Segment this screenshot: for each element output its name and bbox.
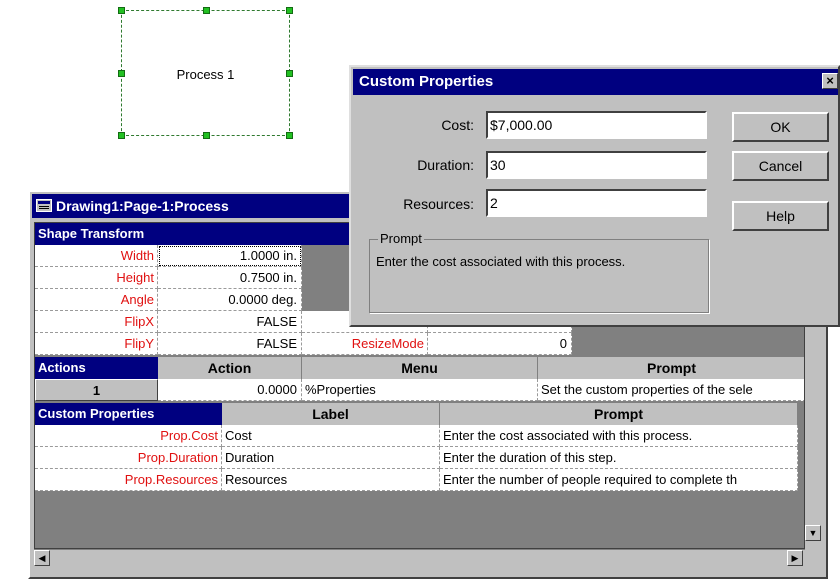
cell-empty bbox=[798, 403, 804, 425]
cell-name-flipx[interactable]: FlipX bbox=[35, 311, 158, 333]
cell-value-prop-duration-prompt[interactable]: Enter the duration of this step. bbox=[440, 447, 798, 469]
duration-field[interactable]: 30 bbox=[486, 151, 707, 179]
selection-handle-top-left[interactable] bbox=[118, 7, 125, 14]
arrow-right-icon: ▶ bbox=[791, 553, 799, 563]
custom-properties-dialog: Custom Properties × Cost: $7,000.00 Dura… bbox=[349, 65, 840, 327]
cell-name-height[interactable]: Height bbox=[35, 267, 158, 289]
cell-name-prop-resources[interactable]: Prop.Resources bbox=[35, 469, 222, 491]
actions-row-number[interactable]: 1 bbox=[35, 379, 158, 401]
ok-button[interactable]: OK bbox=[732, 112, 829, 142]
selection-handle-bottom-left[interactable] bbox=[118, 132, 125, 139]
selection-handle-middle-left[interactable] bbox=[118, 70, 125, 77]
close-icon[interactable]: × bbox=[822, 73, 838, 89]
cost-label: Cost: bbox=[441, 117, 474, 133]
help-button-label: Help bbox=[766, 208, 795, 224]
cell-value-prop-resources-prompt[interactable]: Enter the number of people required to c… bbox=[440, 469, 798, 491]
shapesheet-title: Drawing1:Page-1:Process bbox=[56, 198, 229, 214]
shapesheet-window-icon[interactable] bbox=[36, 199, 52, 212]
cell-name-resizemode[interactable]: ResizeMode bbox=[302, 333, 428, 355]
cell-name-angle[interactable]: Angle bbox=[35, 289, 158, 311]
selection-handle-bottom-middle[interactable] bbox=[203, 132, 210, 139]
process-shape[interactable]: Process 1 bbox=[118, 7, 293, 139]
cell-value-resizemode[interactable]: 0 bbox=[428, 333, 572, 355]
selection-handle-top-middle[interactable] bbox=[203, 7, 210, 14]
column-header-action: Action bbox=[158, 357, 302, 379]
cell-value-height[interactable]: 0.7500 in. bbox=[158, 267, 302, 289]
cell-value-prop-resources-label[interactable]: Resources bbox=[222, 469, 440, 491]
selection-handle-top-right[interactable] bbox=[286, 7, 293, 14]
cell-value-prop-duration-label[interactable]: Duration bbox=[222, 447, 440, 469]
section-header-custom-properties[interactable]: Custom Properties bbox=[35, 403, 222, 425]
scroll-down-button[interactable]: ▼ bbox=[805, 525, 821, 541]
prompt-legend: Prompt bbox=[378, 231, 424, 246]
cell-value-action-prompt[interactable]: Set the custom properties of the sele bbox=[538, 379, 804, 401]
selection-handle-middle-right[interactable] bbox=[286, 70, 293, 77]
cell-value-menu[interactable]: %Properties bbox=[302, 379, 538, 401]
shape-label: Process 1 bbox=[176, 67, 235, 82]
cell-name-flipy[interactable]: FlipY bbox=[35, 333, 158, 355]
cell-value-width[interactable]: 1.0000 in. bbox=[158, 245, 302, 267]
scroll-left-button[interactable]: ◀ bbox=[34, 550, 50, 566]
scroll-right-button[interactable]: ▶ bbox=[787, 550, 803, 566]
cell-name-prop-cost[interactable]: Prop.Cost bbox=[35, 425, 222, 447]
selection-handle-bottom-right[interactable] bbox=[286, 132, 293, 139]
cell-value-flipx[interactable]: FALSE bbox=[158, 311, 302, 333]
cell-value-flipy[interactable]: FALSE bbox=[158, 333, 302, 355]
column-header-label: Label bbox=[222, 403, 440, 425]
prompt-group: Prompt Enter the cost associated with th… bbox=[369, 231, 709, 313]
help-button[interactable]: Help bbox=[732, 201, 829, 231]
cancel-button[interactable]: Cancel bbox=[732, 151, 829, 181]
arrow-down-icon: ▼ bbox=[808, 528, 818, 538]
section-header-actions[interactable]: Actions bbox=[35, 357, 158, 379]
duration-label: Duration: bbox=[417, 157, 474, 173]
dialog-title: Custom Properties bbox=[359, 73, 494, 90]
column-header-prompt: Prompt bbox=[538, 357, 804, 379]
cell-value-prop-cost-prompt[interactable]: Enter the cost associated with this proc… bbox=[440, 425, 798, 447]
cell-name-width[interactable]: Width bbox=[35, 245, 158, 267]
cost-field[interactable]: $7,000.00 bbox=[486, 111, 707, 139]
prompt-text: Enter the cost associated with this proc… bbox=[376, 254, 626, 269]
column-header-prop-prompt: Prompt bbox=[440, 403, 798, 425]
arrow-left-icon: ◀ bbox=[38, 553, 46, 563]
resources-field[interactable]: 2 bbox=[486, 189, 707, 217]
cell-name-prop-duration[interactable]: Prop.Duration bbox=[35, 447, 222, 469]
cell-value-action[interactable]: 0.0000 bbox=[158, 379, 302, 401]
horizontal-scrollbar[interactable]: ◀ ▶ bbox=[34, 549, 805, 567]
resources-label: Resources: bbox=[403, 196, 474, 212]
cell-value-prop-cost-label[interactable]: Cost bbox=[222, 425, 440, 447]
cell-value-angle[interactable]: 0.0000 deg. bbox=[158, 289, 302, 311]
column-header-menu: Menu bbox=[302, 357, 538, 379]
dialog-title-bar[interactable]: Custom Properties × bbox=[353, 69, 838, 95]
